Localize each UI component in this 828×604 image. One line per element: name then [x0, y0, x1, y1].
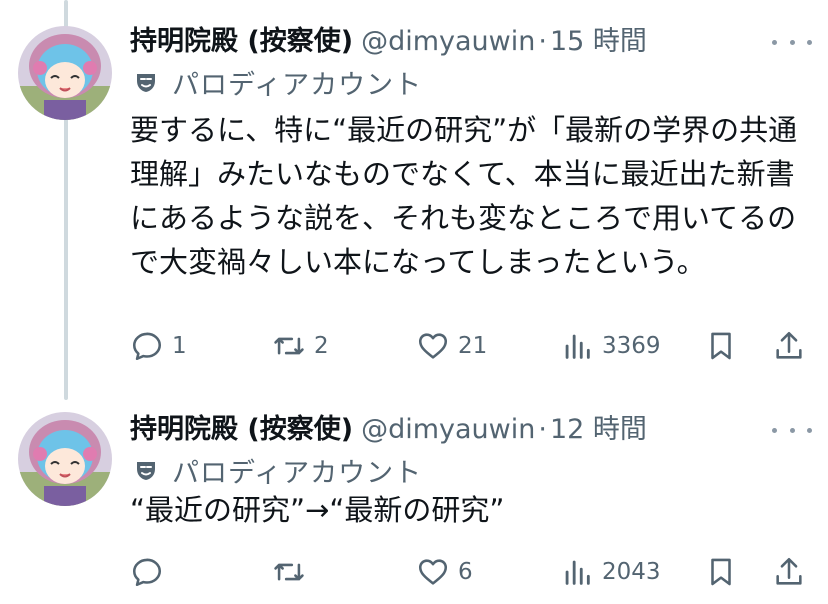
share-button[interactable] — [772, 552, 806, 592]
bookmark-icon — [711, 332, 731, 360]
reply-button[interactable] — [130, 552, 172, 592]
tweet-header: 持明院殿 (按察使) @dimyauwin · 12 時間 — [130, 410, 647, 450]
views-icon — [565, 334, 590, 359]
like-count: 6 — [458, 559, 473, 585]
tweet-header: 持明院殿 (按察使) @dimyauwin · 15 時間 — [130, 22, 647, 62]
reply-count: 1 — [172, 333, 187, 359]
retweet-icon — [274, 337, 304, 355]
retweet-count: 2 — [314, 333, 329, 359]
separator-dot: · — [538, 414, 547, 445]
parody-label: パロディアカウント — [130, 452, 423, 489]
display-name[interactable]: 持明院殿 (按察使) — [130, 26, 353, 57]
avatar[interactable] — [18, 26, 112, 120]
more-icon[interactable] — [772, 32, 812, 52]
more-icon[interactable] — [772, 420, 812, 440]
user-handle[interactable]: @dimyauwin — [361, 414, 535, 445]
display-name[interactable]: 持明院殿 (按察使) — [130, 414, 353, 445]
like-button[interactable]: 21 — [416, 326, 487, 366]
retweet-button[interactable] — [272, 552, 314, 592]
avatar[interactable] — [18, 412, 112, 506]
heart-icon — [418, 559, 448, 585]
thread-view: 持明院殿 (按察使) @dimyauwin · 15 時間 パロディアカウント 要する… — [0, 0, 828, 604]
share-icon — [776, 557, 802, 585]
bookmark-button[interactable] — [704, 552, 738, 592]
timestamp[interactable]: 15 時間 — [550, 26, 647, 57]
reply-icon — [132, 332, 162, 361]
parody-mask-icon — [137, 74, 155, 92]
timestamp[interactable]: 12 時間 — [550, 414, 647, 445]
user-handle[interactable]: @dimyauwin — [361, 26, 535, 57]
bookmark-icon — [711, 558, 731, 586]
retweet-button[interactable]: 2 — [272, 326, 329, 366]
share-button[interactable] — [772, 326, 806, 366]
parody-label: パロディアカウント — [130, 64, 423, 101]
separator-dot: · — [538, 26, 547, 57]
reply-button[interactable]: 1 — [130, 326, 187, 366]
bookmark-button[interactable] — [704, 326, 738, 366]
parody-label-text: パロディアカウント — [172, 457, 423, 489]
reply-icon — [132, 558, 162, 587]
heart-icon — [418, 333, 448, 359]
tweet-text: “最近の研究”→“最新の研究” — [130, 493, 505, 527]
retweet-icon — [274, 563, 304, 581]
views-count: 3369 — [602, 333, 661, 359]
tweet-actions: 1 2 21 3369 — [130, 326, 820, 366]
tweet-actions: 6 2043 — [130, 552, 820, 592]
like-count: 21 — [458, 333, 488, 359]
parody-label-text: パロディアカウント — [172, 69, 423, 101]
views-count: 2043 — [602, 559, 661, 585]
tweet-text: 要するに、特に“最近の研究”が「最新の学界の共通理解」みたいなものでなくて、本当… — [130, 113, 798, 279]
views-icon — [565, 560, 590, 585]
views-button[interactable]: 3369 — [560, 326, 661, 366]
parody-mask-icon — [137, 462, 155, 480]
like-button[interactable]: 6 — [416, 552, 473, 592]
share-icon — [776, 331, 802, 359]
views-button[interactable]: 2043 — [560, 552, 661, 592]
